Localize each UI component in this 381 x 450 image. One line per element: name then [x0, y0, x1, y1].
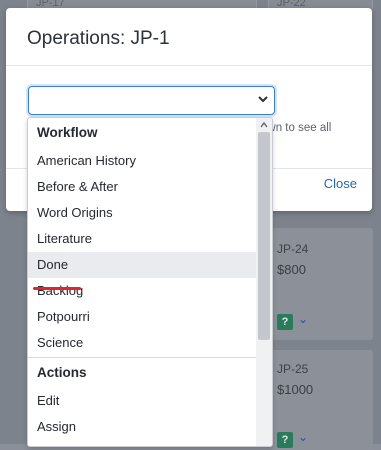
- chevron-down-icon: [258, 96, 268, 103]
- close-button[interactable]: Close: [324, 176, 357, 191]
- option-done[interactable]: Done: [28, 252, 257, 278]
- option-backlog[interactable]: Backlog: [28, 278, 257, 304]
- chevron-down-icon: ⌄: [298, 430, 309, 444]
- operation-dropdown-list[interactable]: Workflow American History Before & After…: [27, 117, 273, 447]
- red-underline-annotation: [33, 287, 81, 290]
- option-assign[interactable]: Assign: [28, 414, 257, 440]
- option-potpourri[interactable]: Potpourri: [28, 304, 257, 330]
- scroll-thumb[interactable]: [258, 132, 270, 340]
- header-divider: [6, 65, 372, 66]
- question-icon: ?: [277, 314, 293, 330]
- group-label-actions: Actions: [37, 365, 87, 380]
- question-icon: ?: [277, 432, 293, 448]
- scroll-up-arrow-icon[interactable]: [260, 121, 268, 129]
- chevron-down-icon: ⌄: [298, 312, 309, 326]
- card-value: $800: [277, 262, 306, 277]
- dropdown-options: Workflow American History Before & After…: [28, 118, 257, 440]
- card-value: $1000: [277, 382, 314, 397]
- option-before-after[interactable]: Before & After: [28, 174, 257, 200]
- option-edit[interactable]: Edit: [28, 388, 257, 414]
- background-card-jp25: JP-25 $1000 ? ⌄: [268, 350, 373, 450]
- option-american-history[interactable]: American History: [28, 148, 257, 174]
- option-literature[interactable]: Literature: [28, 226, 257, 252]
- card-code: JP-24: [277, 242, 309, 256]
- card-code: JP-25: [277, 362, 309, 376]
- modal-title: Operations: JP-1: [27, 28, 170, 49]
- group-label-workflow: Workflow: [37, 125, 98, 140]
- option-science[interactable]: Science: [28, 330, 257, 356]
- operation-select[interactable]: [28, 86, 275, 115]
- background-card-jp24: JP-24 $800 ? ⌄: [268, 228, 373, 340]
- dropdown-scrollbar[interactable]: [256, 118, 272, 446]
- option-word-origins[interactable]: Word Origins: [28, 200, 257, 226]
